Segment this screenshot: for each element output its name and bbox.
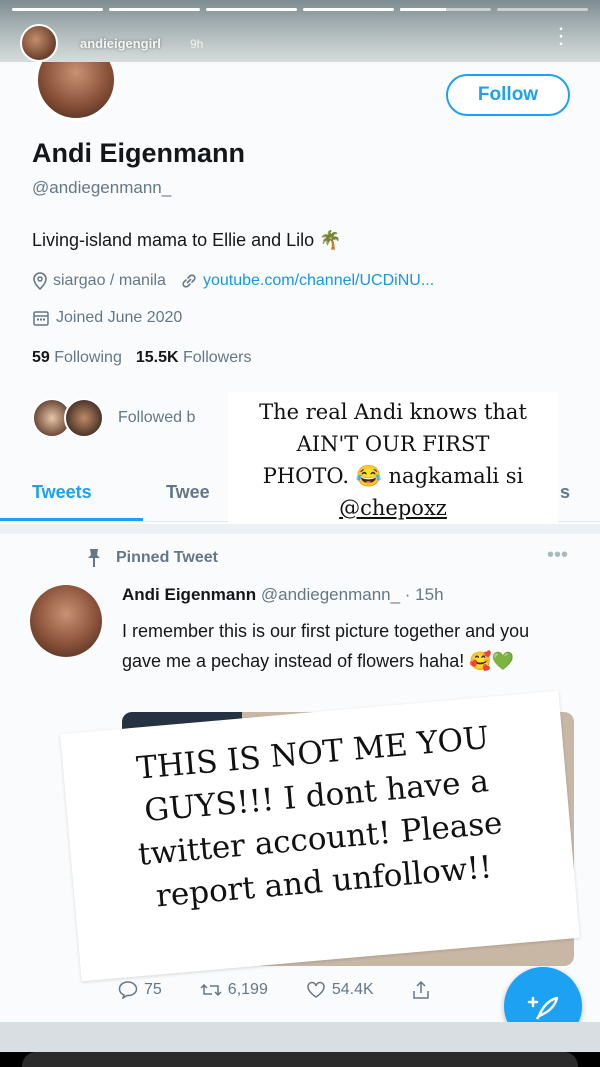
story-progress-bar bbox=[12, 8, 103, 11]
compose-icon bbox=[527, 996, 559, 1020]
profile-joined: Joined June 2020 bbox=[32, 309, 182, 327]
follow-button[interactable]: Follow bbox=[446, 74, 570, 116]
tweet-author-handle[interactable]: @andiegenmann_ bbox=[261, 585, 400, 604]
active-tab-indicator bbox=[0, 518, 143, 521]
pin-icon bbox=[88, 549, 100, 567]
like-count: 54.4K bbox=[331, 981, 374, 998]
story-reply-bar[interactable] bbox=[22, 1052, 578, 1067]
follower-avatar bbox=[64, 398, 104, 438]
story-progress-bars bbox=[12, 8, 588, 11]
story-note-card: THIS IS NOT ME YOU GUYS!!! I dont have a… bbox=[60, 690, 580, 982]
location-text: siargao / manila bbox=[53, 272, 166, 289]
story-progress-bar bbox=[303, 8, 394, 11]
story-progress-bar bbox=[400, 8, 491, 11]
more-vertical-icon[interactable]: ⋮ bbox=[550, 25, 572, 47]
following-label: Following bbox=[54, 349, 122, 366]
joined-text: Joined June 2020 bbox=[56, 309, 183, 326]
story-progress-bar bbox=[206, 8, 297, 11]
story-progress-bar bbox=[109, 8, 200, 11]
profile-handle: @andiegenmann_ bbox=[32, 178, 172, 197]
like-action[interactable]: 54.4K bbox=[306, 981, 374, 999]
followers-stat[interactable]: 15.5K Followers bbox=[136, 349, 252, 367]
story-avatar[interactable] bbox=[20, 24, 58, 62]
tweet-time: · 15h bbox=[404, 585, 444, 604]
tweet-actions: 75 6,199 54.4K bbox=[118, 980, 430, 1000]
screenshot-bottom-strip bbox=[0, 1022, 600, 1052]
location-pin-icon bbox=[33, 272, 47, 290]
tweet-text: I remember this is our first picture tog… bbox=[122, 621, 530, 671]
link-icon bbox=[182, 274, 196, 288]
profile-display-name: Andi Eigenmann bbox=[32, 138, 246, 168]
pinned-text: Pinned Tweet bbox=[116, 549, 218, 566]
profile-website[interactable]: youtube.com/channel/UCDiNU... bbox=[180, 272, 434, 290]
retweet-count: 6,199 bbox=[227, 981, 268, 998]
tweet-more-icon[interactable]: ••• bbox=[547, 544, 568, 567]
tab-likes[interactable]: s bbox=[560, 482, 570, 503]
followed-by-row[interactable]: Followed b bbox=[32, 398, 195, 438]
tab-tweets[interactable]: Tweets bbox=[32, 482, 92, 503]
overlay-mention[interactable]: @chepoxz bbox=[228, 492, 558, 524]
tweet-header: Andi Eigenmann @andiegenmann_ · 15h bbox=[122, 585, 444, 605]
profile-stats: 59 Following 15.5K Followers bbox=[32, 349, 251, 367]
tab-tweets-replies[interactable]: Twee bbox=[166, 482, 210, 503]
reply-count: 75 bbox=[144, 981, 162, 998]
following-stat[interactable]: 59 Following bbox=[32, 349, 122, 367]
following-count: 59 bbox=[32, 349, 50, 366]
calendar-icon bbox=[33, 311, 49, 326]
profile-bio: Living-island mama to Ellie and Lilo 🌴 bbox=[32, 230, 342, 250]
section-divider bbox=[0, 524, 600, 534]
website-link[interactable]: youtube.com/channel/UCDiNU... bbox=[203, 272, 434, 290]
story-username[interactable]: andieigengirl bbox=[80, 36, 161, 51]
overlay-line: The real Andi knows that bbox=[259, 400, 527, 424]
reply-action[interactable]: 75 bbox=[118, 981, 162, 999]
pinned-tweet-label: Pinned Tweet bbox=[86, 548, 218, 568]
retweet-icon bbox=[200, 983, 222, 997]
overlay-line: AIN'T OUR FIRST bbox=[296, 432, 490, 456]
profile-avatar[interactable] bbox=[34, 62, 118, 122]
tweet-avatar[interactable] bbox=[30, 585, 102, 657]
tweet-author-name[interactable]: Andi Eigenmann bbox=[122, 585, 256, 604]
share-action[interactable] bbox=[412, 980, 430, 1000]
followed-by-text: Followed b bbox=[118, 409, 196, 426]
story-text-overlay: The real Andi knows that AIN'T OUR FIRST… bbox=[228, 392, 558, 524]
retweet-action[interactable]: 6,199 bbox=[200, 981, 268, 999]
heart-icon bbox=[307, 981, 325, 998]
reply-icon bbox=[118, 981, 138, 999]
followers-count: 15.5K bbox=[135, 349, 179, 366]
overlay-line: PHOTO. 😂 nagkamali si bbox=[262, 464, 524, 488]
story-progress-bar bbox=[497, 8, 588, 11]
profile-location: siargao / manila bbox=[32, 272, 166, 290]
followers-label: Followers bbox=[183, 349, 252, 366]
profile-meta-row: siargao / manila youtube.com/channel/UCD… bbox=[32, 272, 434, 290]
share-icon bbox=[412, 980, 429, 999]
story-time: 9h bbox=[190, 37, 204, 51]
